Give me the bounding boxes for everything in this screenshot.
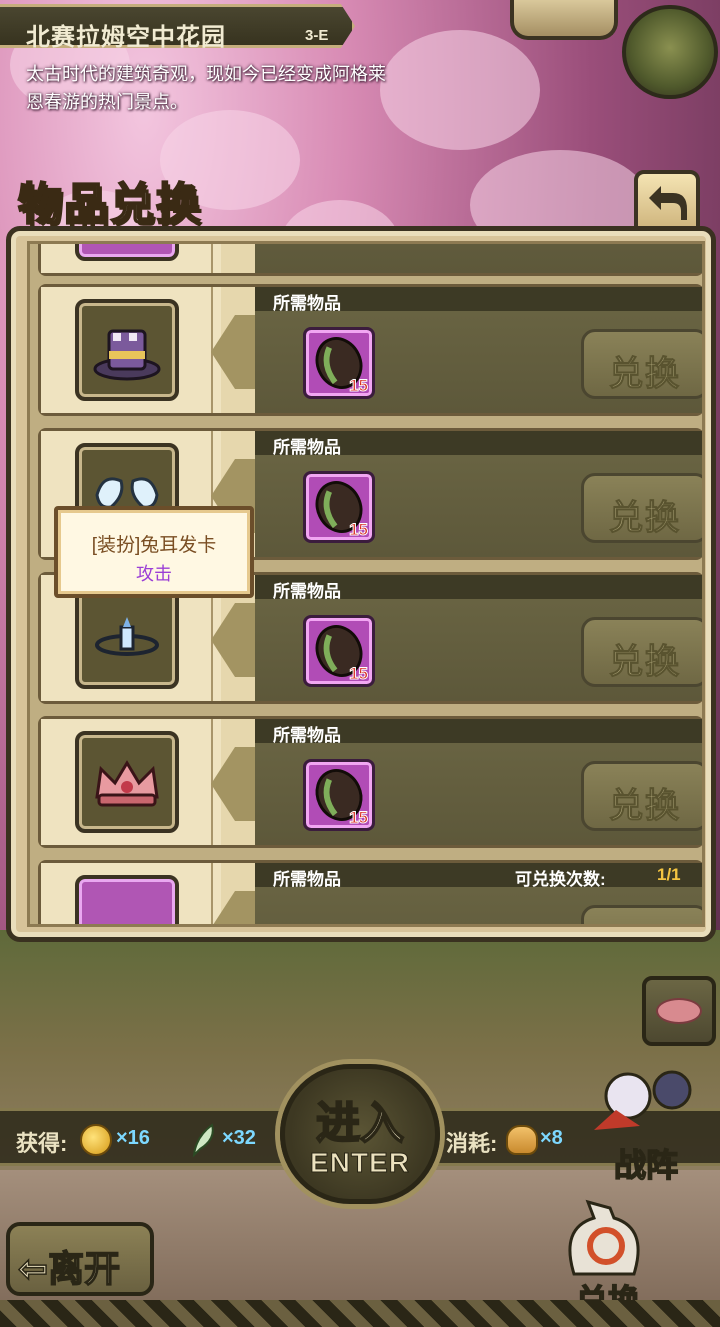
exchange-button[interactable]: 兑换 — [581, 329, 702, 399]
feather-value: ×32 — [222, 1127, 256, 1149]
team-label: 战阵 — [613, 1146, 679, 1184]
exchange-limit-label: 可兑换次数: — [515, 870, 606, 889]
money-bag-icon — [568, 1199, 640, 1276]
crown-icon — [95, 760, 159, 807]
exchange-button[interactable]: 兑换 — [581, 761, 702, 831]
required-item-slot[interactable]: 15 — [303, 759, 375, 831]
enter-label: 进入 — [315, 1098, 405, 1149]
gain-label: 获得: — [16, 1131, 68, 1156]
required-items-label: 所需物品 — [273, 726, 341, 745]
list-item — [38, 244, 702, 276]
coin-value: ×16 — [116, 1127, 150, 1149]
tooltip-item-stat: 攻击 — [136, 564, 172, 584]
item-slot[interactable] — [75, 299, 179, 401]
leave-button[interactable]: ⇦离开 — [6, 1222, 154, 1296]
exchange-button[interactable]: 兑换 — [581, 473, 702, 543]
enter-button[interactable]: 进入 ENTER — [280, 1064, 440, 1204]
cost-label: 消耗: — [446, 1131, 498, 1156]
required-item-slot[interactable]: 15 — [303, 327, 375, 399]
required-items-label: 所需物品 — [273, 870, 341, 889]
team-button[interactable]: 战阵 — [588, 1060, 714, 1184]
exchange-button[interactable]: 兑换 — [581, 617, 702, 687]
team-characters-icon — [594, 1070, 692, 1130]
required-item-count: 15 — [349, 808, 369, 828]
backpack-button[interactable] — [622, 5, 718, 99]
stage-description: 太古时代的建筑奇观，现如今已经变成阿格莱恩春游的热门景点。 — [26, 64, 386, 112]
exchange-button[interactable]: 兑换 — [581, 905, 702, 924]
lips-button[interactable] — [642, 976, 716, 1046]
list-item: 所需物品 可兑换次数: 1/1 兑换 — [38, 860, 702, 924]
tiara-icon — [95, 617, 159, 656]
item-tooltip: [装扮]兔耳发卡 攻击 — [54, 506, 254, 598]
list-item: 所需物品 15 兑换 — [38, 284, 702, 416]
bottom-border — [0, 1300, 720, 1327]
return-arrow-icon — [649, 186, 687, 220]
coin-icon — [80, 1124, 112, 1156]
required-items-label: 所需物品 — [273, 582, 341, 601]
item-slot[interactable] — [75, 587, 179, 689]
leave-label: ⇦离开 — [17, 1247, 121, 1290]
top-hat-icon — [93, 329, 161, 381]
required-items-label: 所需物品 — [273, 438, 341, 457]
item-slot[interactable] — [75, 875, 179, 924]
list-item: 所需物品 15 兑换 — [38, 716, 702, 848]
exchange-shop-button[interactable]: 兑换 — [548, 1188, 678, 1320]
map-scroll-button[interactable] — [510, 0, 618, 40]
enter-sublabel: ENTER — [310, 1147, 410, 1179]
required-item-count: 15 — [349, 520, 369, 540]
required-item-count: 15 — [349, 376, 369, 396]
item-slot[interactable] — [75, 244, 179, 261]
lips-icon — [656, 998, 702, 1024]
required-item-slot[interactable]: 15 — [303, 471, 375, 543]
feather-icon — [192, 1123, 214, 1157]
stage-title-bar: 北赛拉姆空中花园 3-E — [0, 4, 355, 48]
item-slot[interactable] — [75, 731, 179, 833]
required-items-label: 所需物品 — [273, 294, 341, 313]
stage-title: 北赛拉姆空中花园 — [26, 24, 226, 51]
exchange-limit-value: 1/1 — [657, 865, 681, 884]
bread-icon — [506, 1125, 538, 1155]
panel-title: 物品兑换 — [17, 179, 202, 230]
stage-code: 3-E — [305, 27, 329, 44]
required-item-slot[interactable]: 15 — [303, 615, 375, 687]
required-item-count: 15 — [349, 664, 369, 684]
tooltip-item-name: [装扮]兔耳发卡 — [91, 535, 217, 556]
bread-value: ×8 — [540, 1127, 563, 1149]
